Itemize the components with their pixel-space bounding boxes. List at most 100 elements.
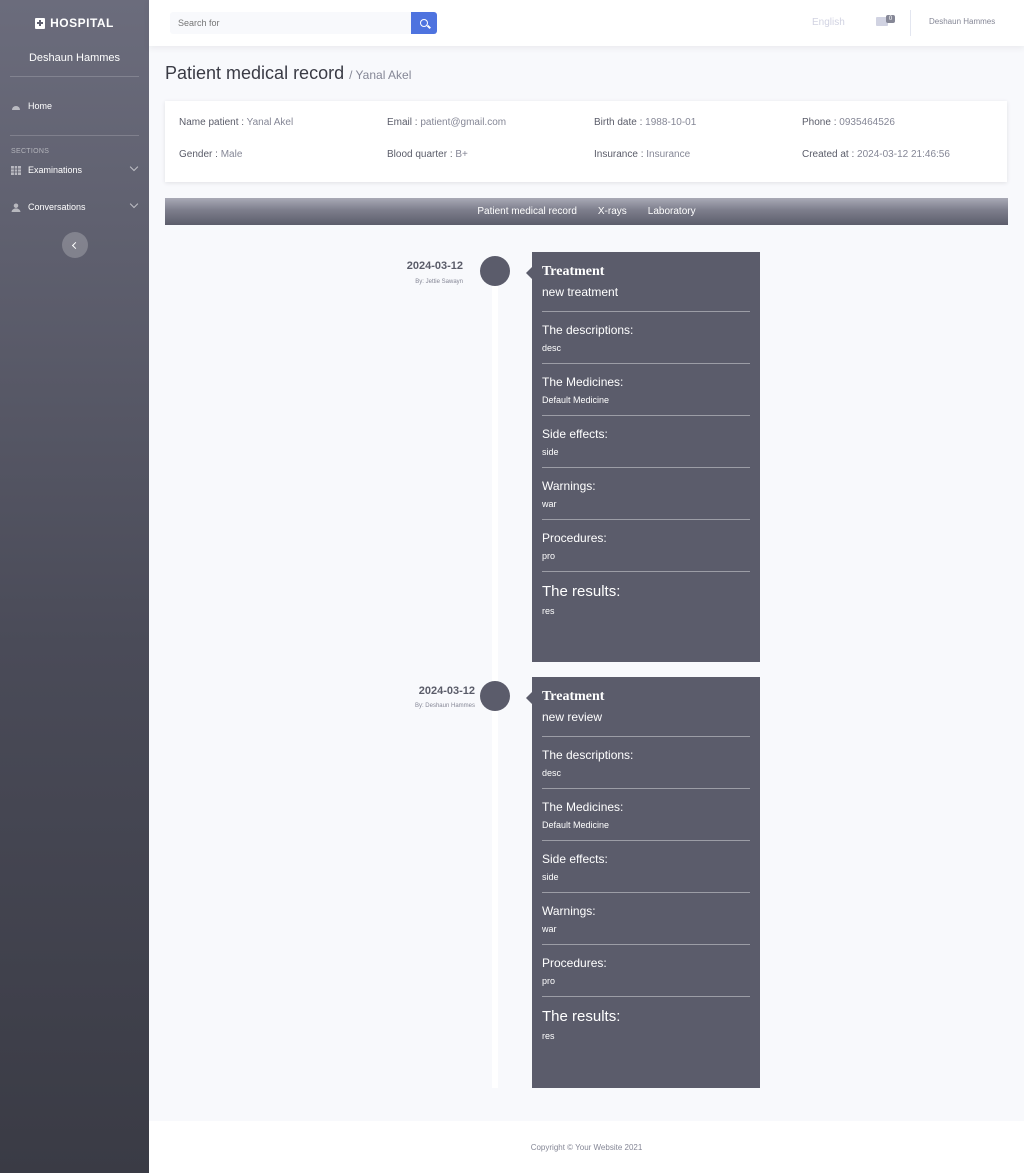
results-section: The results: res: [542, 996, 750, 1051]
entry-date: 2024-03-12: [418, 685, 475, 697]
chevron-down-icon: [129, 199, 139, 209]
patient-created-label: Created at :: [802, 149, 855, 160]
procedures-section: Procedures: pro: [542, 944, 750, 996]
descriptions-section: The descriptions: desc: [542, 736, 750, 788]
mail-count-badge: 0: [886, 15, 895, 23]
patient-gender-value: Male: [220, 149, 243, 160]
entry-date: 2024-03-12: [406, 260, 463, 272]
section-heading: Side effects:: [542, 427, 608, 441]
topbar: English 0 Deshaun Hammes: [149, 0, 1024, 46]
patient-email-value: patient@gmail.com: [420, 117, 507, 128]
dashboard-icon: [12, 105, 20, 110]
patient-phone-label: Phone :: [802, 117, 837, 128]
treatment-title: Treatment: [542, 689, 605, 704]
user-icon: [11, 202, 21, 212]
sidebar-item-conversations[interactable]: Conversations: [0, 185, 149, 229]
patient-birth-label: Birth date :: [594, 117, 643, 128]
section-value: war: [542, 924, 557, 934]
topbar-user-menu[interactable]: Deshaun Hammes: [929, 17, 995, 26]
patient-name: Name patient : Yanal Akel: [179, 117, 293, 128]
section-heading: The results:: [542, 1008, 621, 1025]
brand[interactable]: HOSPITAL: [0, 0, 149, 46]
section-value: Default Medicine: [542, 820, 610, 830]
medicines-section: The Medicines: Default Medicine: [542, 788, 750, 840]
warnings-section: Warnings: war: [542, 892, 750, 944]
entry-author: By: Deshaun Hammes: [414, 703, 475, 709]
side-effects-section: Side effects: side: [542, 840, 750, 892]
sidebar-toggle-button[interactable]: [61, 232, 88, 258]
tab-patient-medical-record[interactable]: Patient medical record: [477, 206, 577, 217]
treatment-subtitle: new review: [542, 710, 603, 724]
footer-copyright: Copyright © Your Website 2021: [530, 1142, 643, 1152]
patient-birth-date: Birth date : 1988-10-01: [594, 117, 696, 128]
footer: Copyright © Your Website 2021: [149, 1121, 1024, 1173]
section-heading: Side effects:: [542, 852, 608, 866]
timeline-line: [492, 268, 498, 1088]
sidebar-user-name: Deshaun Hammes: [28, 52, 121, 64]
section-heading: The results:: [542, 583, 621, 600]
search-icon: [420, 19, 428, 27]
patient-gender: Gender : Male: [179, 149, 242, 160]
section-heading: Warnings:: [542, 479, 596, 493]
search-input[interactable]: [170, 12, 411, 34]
warnings-section: Warnings: war: [542, 467, 750, 519]
section-value: pro: [542, 976, 556, 986]
section-heading: The Medicines:: [542, 375, 624, 389]
section-value: res: [542, 606, 555, 616]
patient-birth-value: 1988-10-01: [645, 117, 697, 128]
patient-insurance-label: Insurance :: [594, 149, 644, 160]
table-icon: [11, 165, 21, 175]
patient-name-label: Name patient :: [179, 117, 245, 128]
section-heading: The descriptions:: [542, 748, 634, 762]
brand-label: HOSPITAL: [50, 16, 114, 30]
patient-phone-value: 0935464526: [839, 117, 895, 128]
patient-email-label: Email :: [387, 117, 418, 128]
tab-laboratory[interactable]: Laboratory: [648, 206, 696, 217]
sidebar-item-examinations[interactable]: Examinations: [0, 155, 149, 185]
section-heading: Procedures:: [542, 531, 607, 545]
chevron-left-icon: [71, 241, 80, 249]
treatment-title: Treatment: [542, 264, 605, 279]
section-value: res: [542, 1031, 555, 1041]
section-value: desc: [542, 768, 562, 778]
language-selector[interactable]: English: [812, 17, 845, 28]
chevron-down-icon: [129, 162, 139, 172]
medicines-section: The Medicines: Default Medicine: [542, 363, 750, 415]
procedures-section: Procedures: pro: [542, 519, 750, 571]
section-value: pro: [542, 551, 556, 561]
results-section: The results: res: [542, 571, 750, 626]
sidebar-item-label: Conversations: [28, 202, 86, 212]
descriptions-section: The descriptions: desc: [542, 311, 750, 363]
page-title: Patient medical record / Yanal Akel: [165, 63, 411, 84]
section-value: Default Medicine: [542, 395, 610, 405]
patient-created-at: Created at : 2024-03-12 21:46:56: [802, 149, 950, 160]
patient-insurance-value: Insurance: [646, 149, 691, 160]
section-value: side: [542, 872, 559, 882]
patient-info-card: Name patient : Yanal Akel Email : patien…: [165, 101, 1007, 182]
sidebar: HOSPITAL Deshaun Hammes Home SECTIONS Ex…: [0, 0, 149, 1173]
timeline-dot: [480, 256, 510, 286]
section-heading: The descriptions:: [542, 323, 634, 337]
treatment-subtitle: new treatment: [542, 285, 619, 299]
page-subtitle: / Yanal Akel: [349, 68, 412, 82]
search-button[interactable]: [411, 12, 437, 34]
record-tabs: Patient medical record X-rays Laboratory: [165, 198, 1008, 225]
entry-author: By: Jettie Sawayn: [415, 279, 463, 285]
sidebar-item-label: Examinations: [28, 165, 83, 175]
page-title-text: Patient medical record: [165, 63, 345, 83]
timeline-dot: [480, 681, 510, 711]
treatment-card: Treatment new treatment The descriptions…: [526, 252, 760, 662]
sidebar-item-home[interactable]: Home: [0, 77, 149, 135]
patient-phone: Phone : 0935464526: [802, 117, 895, 128]
tab-x-rays[interactable]: X-rays: [598, 206, 627, 217]
patient-email: Email : patient@gmail.com: [387, 117, 506, 128]
topbar-divider: [910, 10, 911, 36]
section-heading: Procedures:: [542, 956, 607, 970]
patient-blood: Blood quarter : B+: [387, 149, 468, 160]
section-value: war: [542, 499, 557, 509]
patient-blood-value: B+: [455, 149, 468, 160]
hospital-icon: [35, 17, 46, 29]
patient-gender-label: Gender :: [179, 149, 218, 160]
patient-blood-label: Blood quarter :: [387, 149, 453, 160]
section-value: desc: [542, 343, 562, 353]
